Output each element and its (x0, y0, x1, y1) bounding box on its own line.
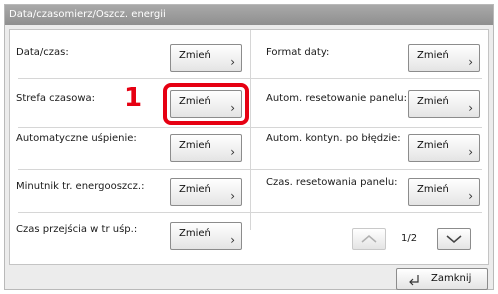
change-date-format-button[interactable]: Zmień › (408, 44, 480, 72)
label-date-time: Data/czas: (16, 47, 69, 58)
change-low-power-timer-button[interactable]: Zmień › (170, 178, 242, 206)
column-divider (250, 30, 251, 230)
close-button[interactable]: Zamknij (396, 268, 488, 290)
window-title: Data/czasomierz/Oszcz. energii (5, 5, 493, 25)
button-label: Zmień (417, 140, 449, 151)
chevron-right-icon: › (230, 189, 235, 203)
settings-content: Data/czas: Zmień › Format daty: Zmień › … (9, 29, 489, 265)
label-sleep-transition-time: Czas przejścia w tr uśp.: (16, 224, 138, 235)
label-auto-sleep: Automatyczne uśpienie: (16, 133, 137, 144)
label-auto-error-continue: Autom. kontyn. po błędzie: (266, 133, 401, 144)
row-divider (18, 127, 482, 128)
page-up-button[interactable] (352, 228, 386, 250)
button-label: Zmień (179, 184, 211, 195)
chevron-right-icon: › (468, 55, 473, 69)
change-auto-error-continue-button[interactable]: Zmień › (408, 134, 480, 162)
button-label: Zmień (179, 140, 211, 151)
chevron-right-icon: › (230, 233, 235, 247)
chevron-down-icon (446, 235, 462, 243)
chevron-right-icon: › (230, 55, 235, 69)
label-time-zone: Strefa czasowa: (16, 93, 96, 104)
label-panel-reset-timer: Czas. resetowania panelu: (266, 177, 398, 188)
chevron-right-icon: › (468, 145, 473, 159)
button-label: Zmień (417, 96, 449, 107)
row-divider (18, 169, 482, 170)
return-arrow-icon (409, 275, 419, 286)
change-auto-sleep-button[interactable]: Zmień › (170, 134, 242, 162)
close-label: Zamknij (431, 273, 472, 284)
change-sleep-transition-time-button[interactable]: Zmień › (170, 222, 242, 250)
button-label: Zmień (179, 228, 211, 239)
page-indicator: 1/2 (401, 233, 418, 244)
callout-number: 1 (124, 83, 143, 113)
row-divider (18, 78, 482, 79)
chevron-right-icon: › (468, 101, 473, 115)
label-low-power-timer: Minutnik tr. energooszcz.: (16, 181, 145, 192)
button-label: Zmień (179, 50, 211, 61)
button-label: Zmień (417, 184, 449, 195)
change-panel-reset-timer-button[interactable]: Zmień › (408, 178, 480, 206)
label-date-format: Format daty: (266, 47, 330, 58)
change-date-time-button[interactable]: Zmień › (170, 44, 242, 72)
change-auto-panel-reset-button[interactable]: Zmień › (408, 90, 480, 118)
dialog-window: Data/czasomierz/Oszcz. energii Data/czas… (4, 4, 494, 290)
page-down-button[interactable] (437, 228, 471, 250)
button-label: Zmień (417, 50, 449, 61)
label-auto-panel-reset: Autom. resetowanie panelu: (266, 93, 407, 104)
chevron-right-icon: › (230, 145, 235, 159)
chevron-up-icon (361, 235, 377, 243)
row-divider (18, 212, 482, 213)
chevron-right-icon: › (468, 189, 473, 203)
highlight-box (163, 83, 249, 125)
